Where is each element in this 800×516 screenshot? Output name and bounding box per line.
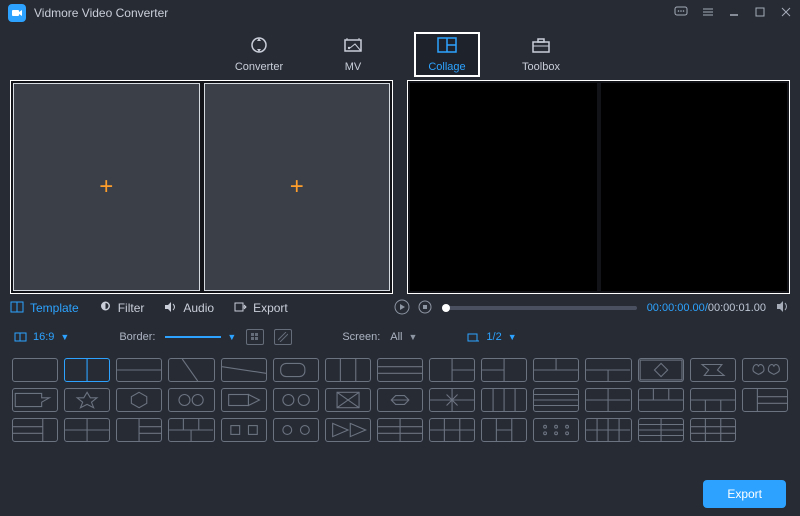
main-tabs: Converter MV Collage Toolbox [0, 26, 800, 80]
screen-label: Screen: [342, 331, 380, 343]
collage-canvas: + + [10, 80, 393, 294]
stop-button[interactable] [418, 300, 432, 317]
template-item[interactable] [221, 418, 267, 442]
template-item[interactable] [377, 358, 423, 382]
mv-icon [343, 36, 363, 57]
template-item[interactable] [533, 388, 579, 412]
workspace: + + [0, 80, 800, 294]
aspect-select[interactable]: 16:9 ▼ [14, 331, 69, 343]
template-item[interactable] [533, 418, 579, 442]
sub-tabs-bar: Template Filter Audio Export 00:00:00.00… [0, 294, 800, 322]
toolbox-icon [531, 36, 551, 57]
play-button[interactable] [394, 299, 410, 318]
template-item[interactable] [325, 418, 371, 442]
template-item[interactable] [64, 358, 110, 382]
border-style-select[interactable]: ▼ [165, 332, 236, 342]
audio-icon [164, 301, 177, 316]
maximize-button[interactable] [754, 6, 766, 21]
template-item[interactable] [168, 358, 214, 382]
feedback-icon[interactable] [674, 6, 688, 21]
template-item[interactable] [325, 358, 371, 382]
template-icon [10, 301, 24, 316]
template-item[interactable] [12, 418, 58, 442]
subtab-export[interactable]: Export [234, 301, 288, 316]
plus-icon: + [290, 173, 304, 201]
timecode: 00:00:00.00/00:00:01.00 [647, 302, 766, 314]
template-item[interactable] [429, 358, 475, 382]
template-item[interactable] [742, 358, 788, 382]
border-pattern-button[interactable] [274, 329, 292, 345]
close-button[interactable] [780, 6, 792, 21]
template-item[interactable] [221, 358, 267, 382]
tab-toolbox[interactable]: Toolbox [508, 32, 574, 77]
options-bar: 16:9 ▼ Border: ▼ Screen: All ▼ 1/2 ▼ [0, 322, 800, 352]
template-item[interactable] [481, 388, 527, 412]
titlebar: Vidmore Video Converter [0, 0, 800, 26]
template-item[interactable] [429, 418, 475, 442]
converter-icon [249, 36, 269, 57]
template-item[interactable] [638, 418, 684, 442]
template-item[interactable] [12, 358, 58, 382]
subtab-template[interactable]: Template [10, 301, 79, 316]
template-item[interactable] [690, 388, 736, 412]
template-item[interactable] [12, 388, 58, 412]
templates-grid [0, 352, 800, 448]
app-icon [8, 4, 26, 22]
border-color-button[interactable] [246, 329, 264, 345]
filter-icon [99, 301, 112, 315]
border-label: Border: [119, 331, 155, 343]
template-item[interactable] [638, 358, 684, 382]
timeline-slider[interactable] [442, 306, 637, 310]
window-controls [674, 6, 792, 21]
minimize-button[interactable] [728, 6, 740, 21]
tab-converter[interactable]: Converter [226, 32, 292, 77]
template-item[interactable] [377, 388, 423, 412]
tab-collage[interactable]: Collage [414, 32, 480, 77]
template-item[interactable] [690, 418, 736, 442]
template-item[interactable] [533, 358, 579, 382]
template-item[interactable] [168, 418, 214, 442]
app-title: Vidmore Video Converter [34, 6, 168, 20]
play-controls [394, 299, 432, 318]
template-item[interactable] [585, 358, 631, 382]
export-button[interactable]: Export [703, 480, 786, 508]
page-select[interactable]: 1/2 ▼ [467, 331, 516, 343]
template-item[interactable] [273, 388, 319, 412]
template-item[interactable] [690, 358, 736, 382]
plus-icon: + [99, 173, 113, 201]
volume-icon[interactable] [776, 300, 790, 316]
template-item[interactable] [325, 388, 371, 412]
tab-mv[interactable]: MV [320, 32, 386, 77]
subtab-filter[interactable]: Filter [99, 301, 145, 315]
export-icon [234, 301, 247, 316]
template-item[interactable] [64, 388, 110, 412]
template-item[interactable] [585, 418, 631, 442]
preview-slot-1 [410, 83, 597, 291]
template-item[interactable] [116, 358, 162, 382]
template-item[interactable] [273, 418, 319, 442]
template-item[interactable] [481, 418, 527, 442]
collage-slot-1[interactable]: + [13, 83, 200, 291]
subtab-audio[interactable]: Audio [164, 301, 214, 316]
template-item[interactable] [273, 358, 319, 382]
chevron-down-icon: ▼ [60, 332, 69, 342]
template-item[interactable] [585, 388, 631, 412]
template-item[interactable] [481, 358, 527, 382]
screen-select[interactable]: All ▼ [390, 331, 417, 343]
template-item[interactable] [221, 388, 267, 412]
footer: Export [0, 472, 800, 516]
preview-pane [407, 80, 790, 294]
template-item[interactable] [168, 388, 214, 412]
template-item[interactable] [429, 388, 475, 412]
template-item[interactable] [116, 418, 162, 442]
collage-icon [436, 36, 458, 57]
template-item[interactable] [64, 418, 110, 442]
preview-slot-2 [601, 83, 788, 291]
template-item[interactable] [116, 388, 162, 412]
template-item[interactable] [742, 388, 788, 412]
collage-slot-2[interactable]: + [204, 83, 391, 291]
template-item[interactable] [638, 388, 684, 412]
template-item[interactable] [377, 418, 423, 442]
menu-icon[interactable] [702, 6, 714, 21]
